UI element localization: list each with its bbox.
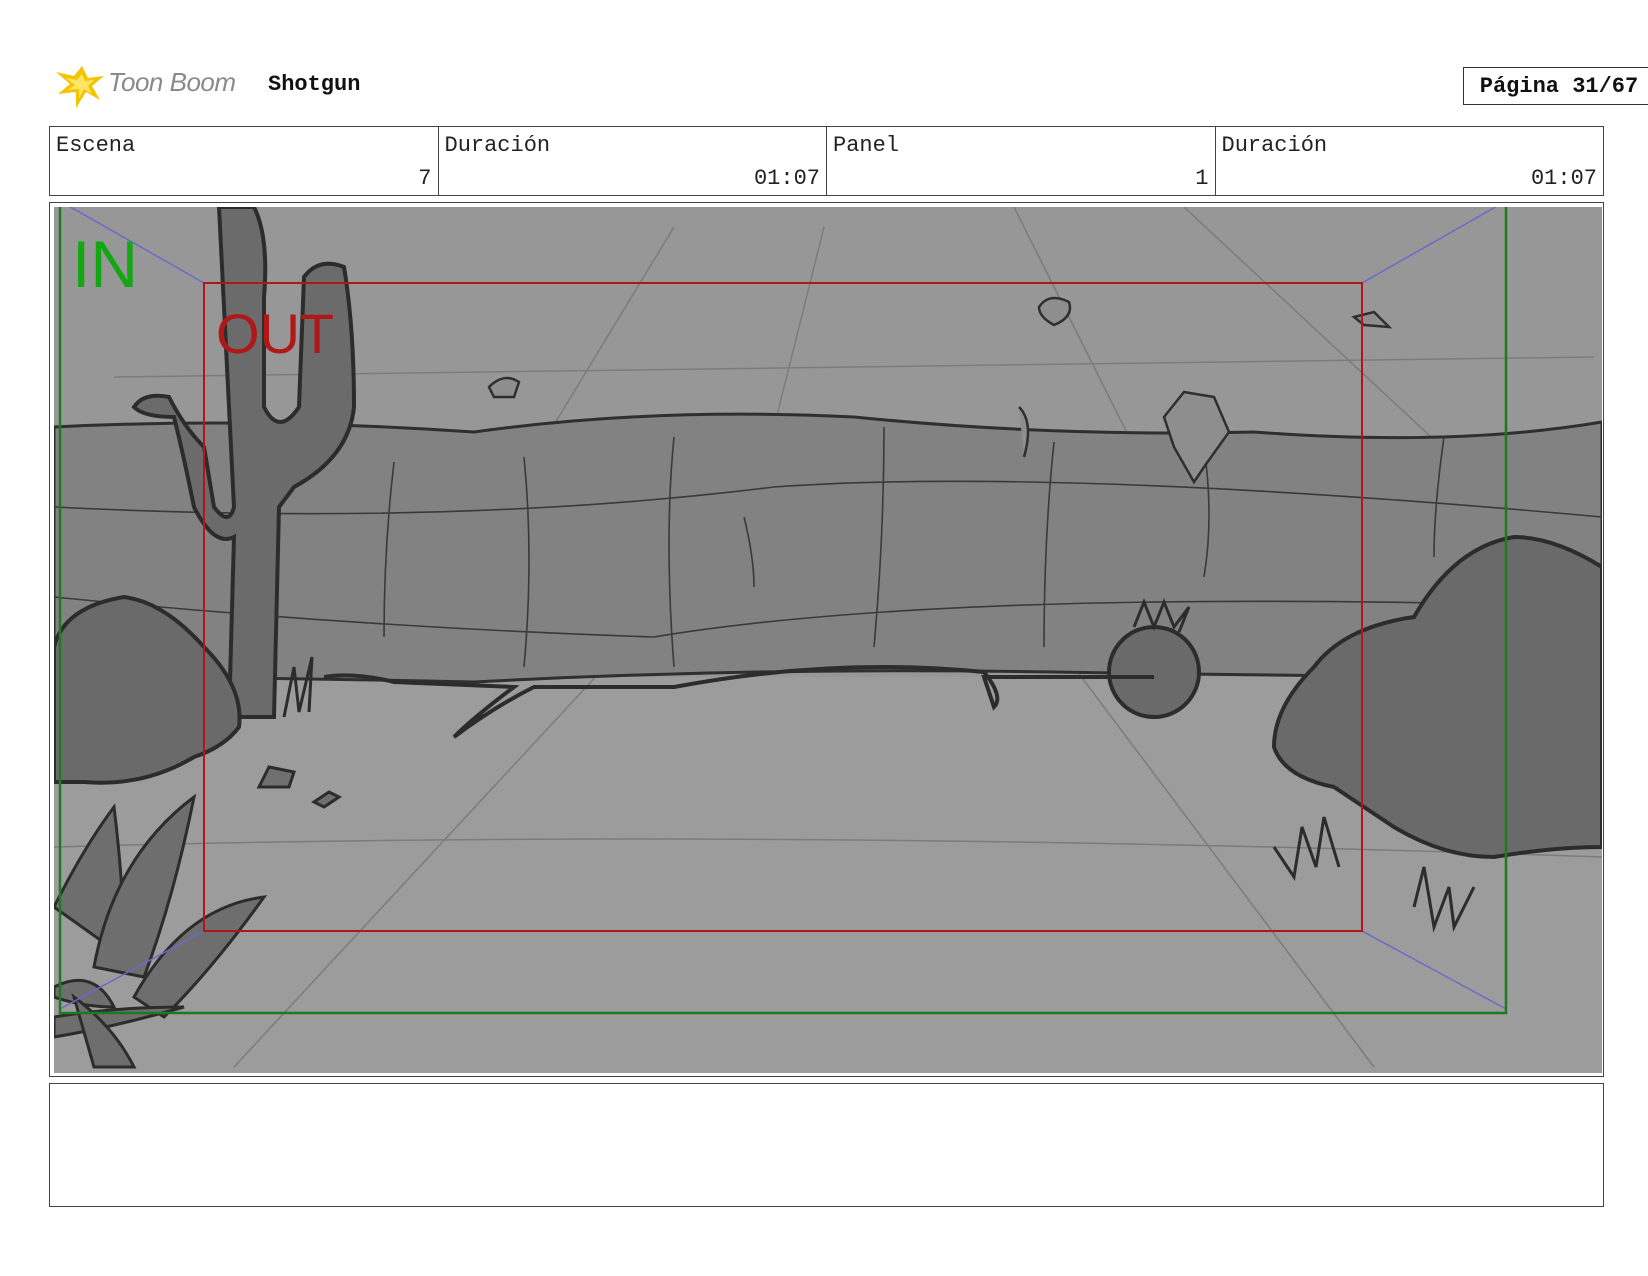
panel-duration-value: 01:07: [1530, 166, 1597, 191]
scene-duration-value: 01:07: [753, 166, 820, 191]
scene-cell: Escena 7: [50, 127, 439, 195]
panel-value: 1: [1195, 166, 1209, 191]
panel-label: Panel: [833, 133, 900, 158]
panel-cell: Panel 1: [827, 127, 1216, 195]
project-title: Shotgun: [268, 72, 361, 97]
panel-notes: [49, 1083, 1604, 1207]
scene-value: 7: [418, 166, 432, 191]
scene-duration-cell: Duración 01:07: [439, 127, 827, 195]
brand-name: Toon Boom: [108, 67, 236, 97]
in-label: IN: [72, 227, 138, 301]
out-label: OUT: [216, 302, 334, 365]
page-header: Toon Boom Shotgun Página 31/67: [52, 58, 1648, 114]
panel-info-table: Escena 7 Duración 01:07 Panel 1 Duración…: [49, 126, 1604, 196]
scene-duration-label: Duración: [444, 133, 551, 158]
storyboard-panel-image: IN OUT: [54, 207, 1602, 1073]
panel-duration-cell: Duración 01:07: [1216, 127, 1604, 195]
panel-duration-label: Duración: [1221, 133, 1328, 158]
desert-scene-drawing: IN OUT: [54, 207, 1602, 1073]
scene-label: Escena: [56, 133, 136, 158]
page-indicator: Página 31/67: [1463, 67, 1648, 105]
toon-boom-logo-icon: [56, 66, 104, 108]
